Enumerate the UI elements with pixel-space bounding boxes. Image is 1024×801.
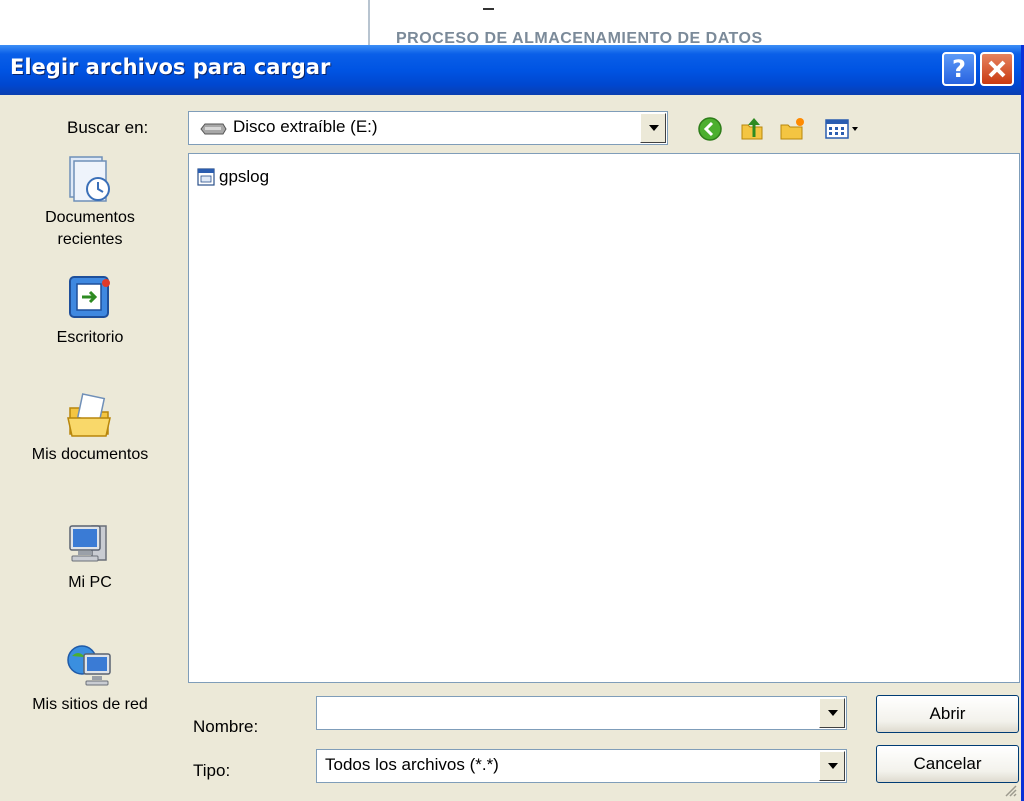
file-open-dialog: Elegir archivos para cargar ? Buscar en:…: [0, 45, 1024, 801]
place-label: recientes: [57, 231, 123, 248]
list-item[interactable]: gpslog: [197, 166, 269, 188]
text-file-icon: [197, 168, 215, 186]
background-divider: [368, 0, 370, 48]
filetype-dropdown-button[interactable]: [819, 751, 845, 781]
my-documents-icon: [67, 393, 111, 437]
filename-label: Nombre:: [193, 717, 259, 736]
removable-drive-icon: [200, 123, 227, 135]
close-icon: [988, 60, 1006, 78]
filetype-label: Tipo:: [193, 761, 231, 780]
place-label: Documentos: [45, 209, 135, 226]
back-icon[interactable]: [696, 115, 724, 143]
places-bar: Documentos recientes Escritorio Mis docu…: [0, 145, 180, 725]
place-label: Mis documentos: [31, 446, 149, 463]
background-page: PROCESO DE ALMACENAMIENTO DE DATOS: [0, 0, 1024, 48]
filetype-value: Todos los archivos (*.*): [325, 755, 499, 774]
cancel-button[interactable]: Cancelar: [876, 745, 1019, 783]
place-label: Mi PC: [68, 574, 112, 591]
title-bar[interactable]: Elegir archivos para cargar ?: [0, 45, 1021, 95]
file-name: gpslog: [219, 167, 270, 186]
desktop-icon: [69, 276, 110, 318]
lookin-dropdown-button[interactable]: [640, 113, 666, 143]
lookin-label: Buscar en:: [67, 118, 149, 137]
filename-combo[interactable]: [316, 696, 847, 730]
dialog-title: Elegir archivos para cargar: [10, 55, 331, 79]
place-my-documents[interactable]: Mis documentos: [0, 390, 180, 466]
place-label: Escritorio: [56, 329, 124, 346]
recent-documents-icon: [69, 156, 110, 202]
place-my-computer[interactable]: Mi PC: [0, 518, 180, 594]
filename-dropdown-button[interactable]: [819, 698, 845, 728]
help-button[interactable]: ?: [942, 52, 976, 86]
my-computer-icon: [69, 525, 107, 562]
up-folder-icon[interactable]: [738, 115, 766, 143]
file-list[interactable]: gpslog: [188, 153, 1020, 683]
lookin-value: Disco extraíble (E:): [233, 117, 378, 136]
open-button[interactable]: Abrir: [876, 695, 1019, 733]
place-label: Mis sitios de red: [32, 696, 148, 713]
view-menu-icon[interactable]: [824, 115, 864, 143]
place-network[interactable]: Mis sitios de red: [0, 640, 180, 716]
resize-grip-icon[interactable]: [1003, 783, 1017, 797]
place-desktop[interactable]: Escritorio: [0, 273, 180, 349]
lookin-combo[interactable]: Disco extraíble (E:): [188, 111, 668, 145]
filetype-combo[interactable]: Todos los archivos (*.*): [316, 749, 847, 783]
network-places-icon: [67, 645, 111, 686]
background-dash: [483, 8, 494, 10]
place-recent-documents[interactable]: Documentos recientes: [0, 153, 180, 251]
new-folder-icon[interactable]: [778, 115, 806, 143]
close-button[interactable]: [980, 52, 1014, 86]
